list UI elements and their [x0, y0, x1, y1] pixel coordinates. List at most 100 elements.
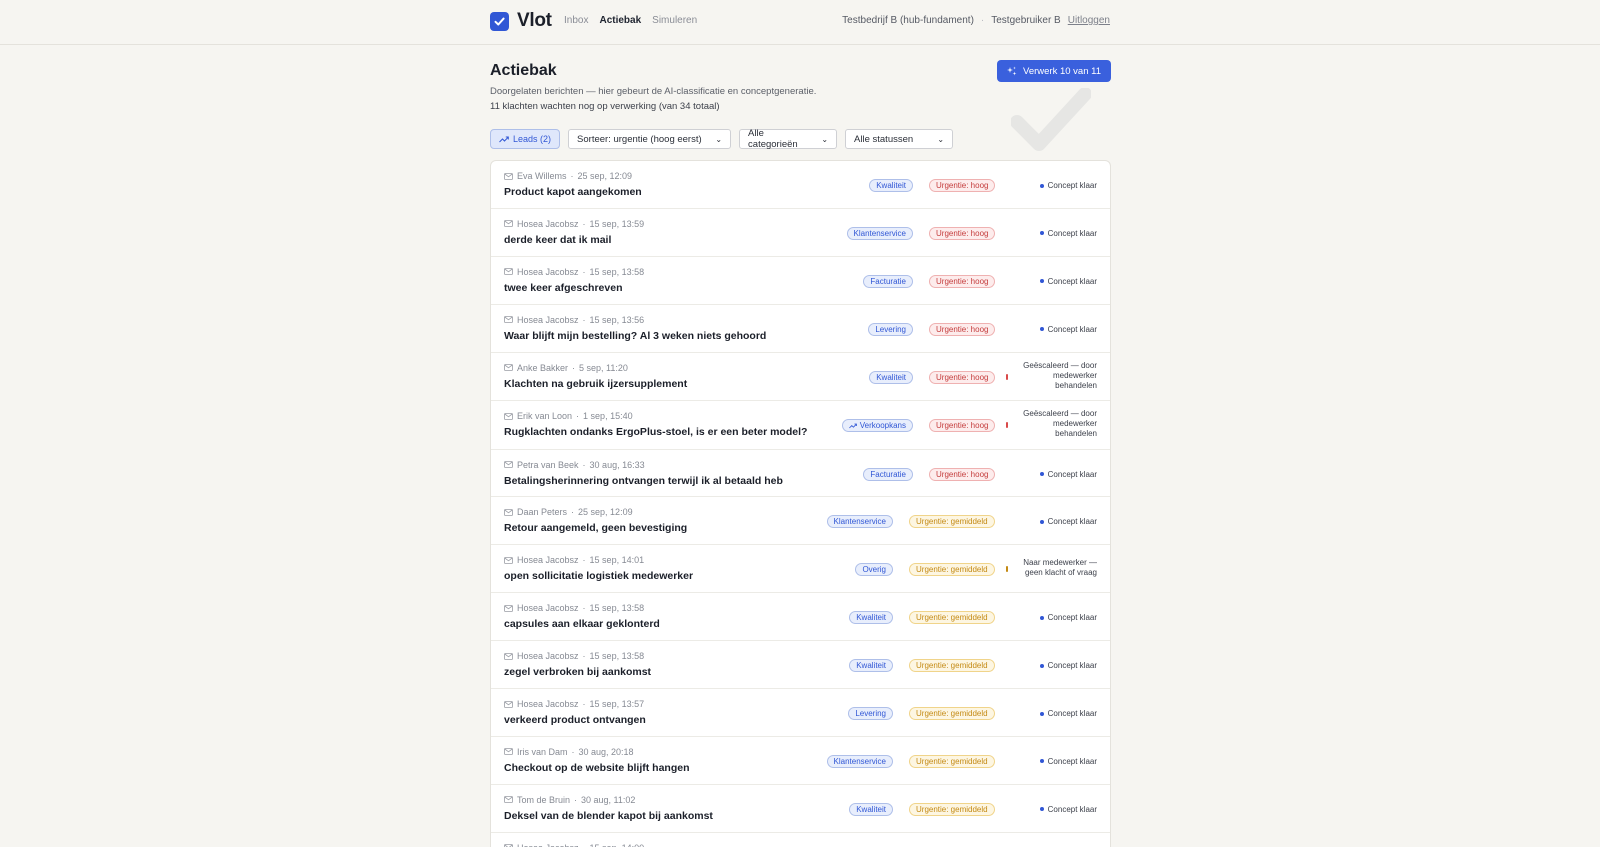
sort-select-value: Sorteer: urgentie (hoog eerst) — [577, 133, 702, 145]
mail-icon — [504, 652, 513, 660]
status-line: behandelen — [1055, 380, 1097, 390]
table-row[interactable]: Hosea Jacobsz · 15 sep, 13:58 capsules aan … — [491, 593, 1110, 642]
table-row[interactable]: Hosea Jacobsz · 15 sep, 13:59 derde keer da… — [491, 209, 1110, 257]
table-row[interactable]: Anke Bakker · 5 sep, 11:20 Klachten na gebr… — [491, 353, 1110, 402]
category-label: Klantenservice — [833, 517, 886, 527]
row-meta: Hosea Jacobsz · 15 sep, 13:58 — [504, 603, 644, 613]
row-sender: Hosea Jacobsz — [517, 266, 579, 277]
chevron-down-icon: ⌄ — [937, 134, 945, 144]
row-subject: Waar blijft mijn bestelling? Al 3 weken … — [504, 329, 767, 342]
row-subject: Rugklachten ondanks ErgoPlus-stoel, is e… — [504, 426, 808, 439]
logout-link[interactable]: Uitloggen — [1068, 15, 1110, 26]
row-meta: Daan Peters · 25 sep, 12:09 — [504, 507, 633, 517]
row-date: 15 sep, 13:59 — [589, 218, 645, 229]
table-row[interactable]: Hosea Jacobsz · 15 sep, 13:56 Waar blijft m… — [491, 305, 1110, 353]
page-subtitle: Doorgelaten berichten — hier gebeurt de … — [490, 86, 817, 97]
status-line: behandelen — [1055, 429, 1097, 439]
sort-select[interactable]: Sorteer: urgentie (hoog eerst) ⌄ — [568, 129, 732, 149]
status-badge: Concept klaar — [1039, 469, 1097, 479]
row-meta: Iris van Dam · 30 aug, 20:18 — [504, 747, 634, 757]
meta-separator: · — [570, 171, 574, 181]
meta-separator: · — [582, 314, 586, 325]
row-date: 15 sep, 14:00 — [590, 843, 645, 847]
category-label: Facturatie — [870, 469, 906, 479]
urgency-badge: Urgentie: hoog — [929, 226, 996, 240]
table-row[interactable]: Daan Peters · 25 sep, 12:09 Retour aangemel… — [491, 497, 1110, 546]
status-badge: Concept klaar — [1039, 661, 1097, 671]
table-row[interactable]: Tom de Bruin · 30 aug, 11:02 Deksel van de … — [491, 785, 1110, 833]
mail-icon — [504, 316, 513, 324]
nav-inbox[interactable]: Inbox — [564, 15, 588, 26]
table-row[interactable]: Petra van Beek · 30 aug, 16:33 Betalingsher… — [491, 450, 1110, 498]
category-select-value: Alle categorieën — [748, 128, 798, 150]
row-date: 15 sep, 13:58 — [589, 603, 645, 614]
mail-icon — [504, 461, 513, 468]
status-select[interactable]: Alle statussen ⌄ — [845, 129, 954, 149]
row-sender: Tom de Bruin — [517, 794, 571, 805]
chevron-down-icon: ⌄ — [715, 134, 723, 144]
status-badge: Concept klaar — [1039, 277, 1097, 286]
category-badge: Klantenservice — [846, 226, 913, 240]
meta-separator: · — [582, 218, 586, 229]
brand-logo[interactable]: Vlot — [490, 10, 552, 32]
category-badge: Kwaliteit — [849, 802, 893, 816]
status-line: Geëscaleerd — door — [1023, 360, 1097, 370]
filter-bar: Leads (2) Sorteer: urgentie (hoog eerst)… — [490, 128, 954, 150]
main-nav: Inbox Actiebak Simuleren — [564, 15, 697, 26]
nav-actiebak[interactable]: Actiebak — [599, 15, 641, 26]
table-row[interactable]: Hosea Jacobsz · 15 sep, 14:01 open sollicit… — [491, 545, 1110, 594]
table-row[interactable]: Iris van Dam · 30 aug, 20:18 Checkout op de… — [491, 737, 1110, 785]
process-button[interactable]: Verwerk 10 van 11 — [997, 60, 1111, 82]
status-badge: Geëscaleerd — door medewerker behandelen — [1023, 361, 1097, 391]
row-date: 30 aug, 16:33 — [589, 459, 645, 470]
status-dot-icon — [1039, 615, 1044, 620]
table-row[interactable]: Eva Willems · 25 sep, 12:09 Product kapot a… — [491, 161, 1110, 209]
meta-separator: · — [582, 699, 586, 710]
urgency-badge: Urgentie: gemiddeld — [909, 563, 995, 577]
mail-icon — [504, 412, 513, 420]
row-meta: Anke Bakker · 5 sep, 11:20 — [504, 363, 628, 373]
urgency-badge: Urgentie: gemiddeld — [909, 611, 995, 625]
meta-separator: · — [574, 794, 578, 805]
category-label: Facturatie — [870, 276, 906, 286]
category-select[interactable]: Alle categorieën ⌄ — [739, 128, 838, 150]
meta-separator: · — [582, 651, 586, 662]
urgency-badge: Urgentie: hoog — [929, 370, 996, 384]
table-row[interactable]: Hosea Jacobsz · 15 sep, 13:58 twee keer afg… — [491, 257, 1110, 305]
row-sender: Daan Peters — [517, 507, 568, 518]
status-label: Concept klaar — [1047, 469, 1097, 479]
urgency-badge: Urgentie: hoog — [929, 274, 996, 288]
status-label: Concept klaar — [1047, 661, 1097, 671]
urgency-badge: Urgentie: gemiddeld — [909, 754, 995, 768]
message-list: Eva Willems · 25 sep, 12:09 Product kapot a… — [490, 160, 1111, 847]
forward-marker-icon — [1006, 566, 1008, 573]
mail-icon — [504, 748, 513, 756]
row-date: 1 sep, 15:40 — [583, 411, 633, 422]
table-row[interactable]: Hosea Jacobsz · 15 sep, 13:57 verkeerd prod… — [491, 689, 1110, 737]
category-label: Kwaliteit — [876, 181, 906, 190]
status-line: medewerker — [1052, 419, 1097, 429]
mail-icon — [504, 364, 513, 371]
category-badge: Kwaliteit — [849, 611, 893, 625]
status-dot-icon — [1039, 759, 1044, 764]
row-sender: Hosea Jacobsz — [517, 699, 579, 710]
row-subject: capsules aan elkaar geklonterd — [504, 618, 660, 631]
nav-simuleren[interactable]: Simuleren — [652, 15, 697, 26]
table-row[interactable]: Hosea Jacobsz · 15 sep, 13:58 zegel verbrok… — [491, 641, 1110, 690]
status-badge: Concept klaar — [1039, 229, 1097, 238]
row-sender: Erik van Loon — [517, 411, 573, 422]
row-subject: Retour aangemeld, geen bevestiging — [504, 522, 688, 535]
row-sender: Hosea Jacobsz — [517, 603, 579, 614]
category-badge: Facturatie — [863, 274, 913, 288]
status-label: Concept klaar — [1047, 804, 1097, 814]
brand-name: Vlot — [517, 10, 552, 31]
table-row[interactable]: Erik van Loon · 1 sep, 15:40 Rugklachten on… — [491, 401, 1110, 450]
leads-filter-button[interactable]: Leads (2) — [490, 129, 561, 149]
meta-separator: · — [582, 603, 586, 614]
category-badge: Kwaliteit — [849, 659, 893, 673]
category-badge: Klantenservice — [826, 515, 893, 529]
table-row[interactable]: Hosea Jacobsz · 15 sep, 14:00 — [491, 833, 1110, 847]
category-label: Kwaliteit — [856, 804, 886, 814]
page-title: Actiebak — [490, 62, 557, 79]
status-badge: Concept klaar — [1039, 181, 1097, 190]
